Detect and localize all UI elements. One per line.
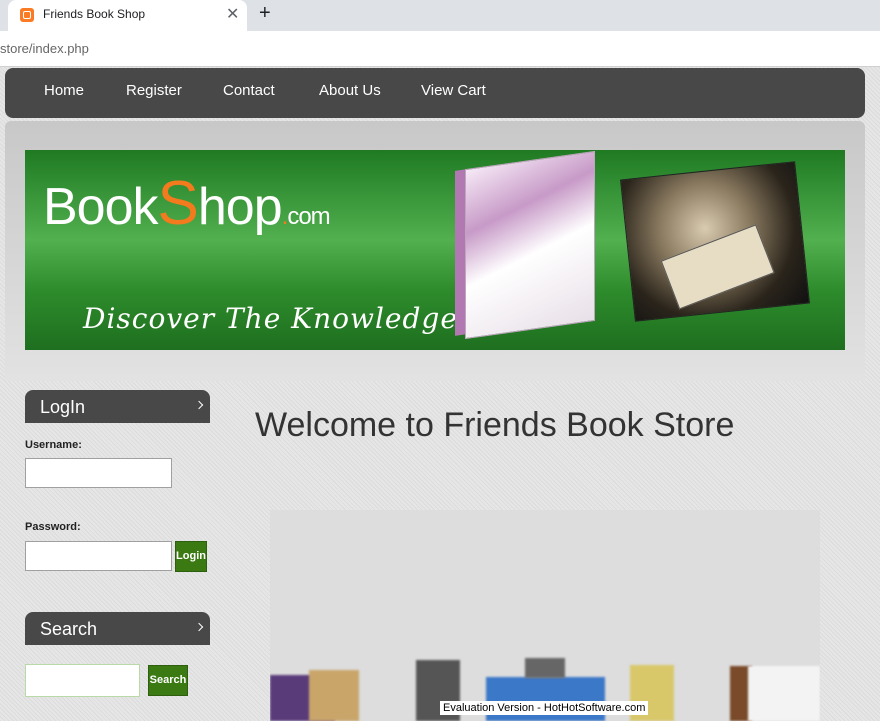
search-button[interactable]: Search	[148, 665, 188, 696]
search-heading: Search	[25, 612, 210, 645]
book-thumbnail[interactable]	[309, 670, 359, 721]
child-reading-photo	[620, 161, 810, 322]
book-cover-image	[465, 150, 595, 340]
nav-home[interactable]: Home	[44, 82, 84, 99]
login-heading: LogIn	[25, 390, 210, 423]
browser-tab[interactable]: Friends Book Shop ✕	[8, 0, 247, 31]
password-label: Password:	[25, 521, 81, 533]
main-nav: Home Register Contact About Us View Cart	[5, 68, 865, 118]
xampp-favicon-icon	[20, 8, 34, 22]
url-text[interactable]: store/index.php	[0, 41, 89, 56]
new-tab-icon[interactable]: +	[259, 2, 271, 25]
bookshop-logo: BookShop.com	[43, 169, 331, 238]
login-button[interactable]: Login	[175, 541, 207, 572]
close-tab-icon[interactable]: ✕	[226, 4, 239, 24]
search-input[interactable]	[25, 664, 140, 697]
chevron-right-icon	[194, 400, 204, 410]
nav-register[interactable]: Register	[126, 82, 182, 99]
nav-contact[interactable]: Contact	[223, 82, 275, 99]
password-input[interactable]	[25, 541, 172, 571]
book-thumbnail[interactable]	[525, 658, 565, 678]
book-thumbnail[interactable]	[748, 666, 820, 721]
evaluation-notice: Evaluation Version - HotHotSoftware.com	[440, 701, 649, 715]
nav-about-us[interactable]: About Us	[319, 82, 381, 99]
book-slider[interactable]	[270, 510, 820, 721]
username-input[interactable]	[25, 458, 172, 488]
nav-view-cart[interactable]: View Cart	[421, 82, 486, 99]
chevron-right-icon	[194, 622, 204, 632]
username-label: Username:	[25, 439, 82, 451]
tab-title: Friends Book Shop	[43, 7, 146, 21]
banner-tagline: Discover The Knowledge	[83, 302, 458, 335]
page-body: Home Register Contact About Us View Cart…	[0, 67, 880, 721]
address-bar[interactable]: store/index.php	[0, 31, 880, 67]
browser-tabbar: Friends Book Shop ✕ +	[0, 0, 880, 31]
welcome-heading: Welcome to Friends Book Store	[255, 406, 735, 444]
bookshop-banner: BookShop.com Discover The Knowledge	[25, 150, 845, 350]
